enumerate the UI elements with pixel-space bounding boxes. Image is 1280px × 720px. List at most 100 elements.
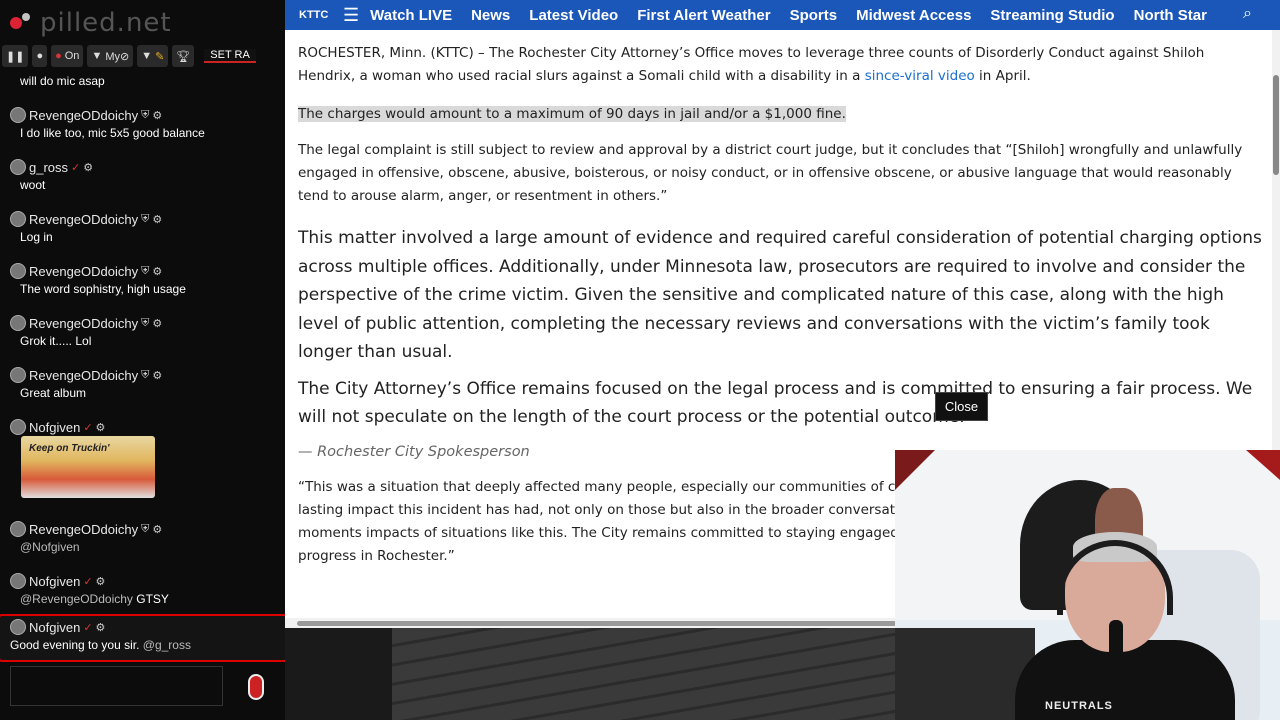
set-rate-button[interactable]: SET RA — [204, 49, 256, 63]
avatar[interactable] — [10, 521, 26, 537]
pill-send-icon[interactable] — [248, 674, 264, 700]
message-text: The word sophistry, high usage — [20, 282, 186, 296]
gear-icon[interactable]: ⚙ — [152, 317, 162, 330]
chat-messages: will do mic asap RevengeODdoichy ⛨ ⚙ I do … — [0, 72, 298, 662]
search-icon[interactable]: ⌕ — [1243, 5, 1252, 23]
chat-panel: pilled.net ❚❚ ● ● On ▼ My⊘ ▼ ✎ 🏆︎ SET RA wi… — [0, 0, 298, 720]
logo-pill-icon — [10, 17, 22, 29]
gear-icon[interactable]: ⚙ — [152, 265, 162, 278]
mention[interactable]: @g_ross — [143, 638, 191, 652]
dark-foreground — [895, 628, 1035, 720]
paragraph: ROCHESTER, Minn. (KTTC) – The Rochester … — [298, 42, 1263, 88]
avatar[interactable] — [10, 315, 26, 331]
nav-item-sports[interactable]: Sports — [790, 7, 838, 24]
paragraph-end: in April. — [974, 68, 1031, 84]
filter-pill-button[interactable]: ▼ ✎ — [137, 45, 169, 67]
username[interactable]: Nofgiven — [29, 620, 80, 635]
chat-message: RevengeODdoichy ⛨ ⚙ Log in — [10, 198, 280, 250]
nav-item-first-alert-weather[interactable]: First Alert Weather — [637, 7, 770, 24]
since-viral-video-link[interactable]: since-viral video — [865, 68, 975, 84]
hamburger-menu-icon[interactable]: ☰ — [343, 5, 359, 26]
check-icon: ✓ — [71, 161, 81, 174]
message-body: Good evening to you sir. — [10, 638, 140, 652]
nav-item-streaming-studio[interactable]: Streaming Studio — [990, 7, 1114, 24]
avatar[interactable] — [10, 107, 26, 123]
message-text: @RevengeODdoichy GTSY — [10, 590, 280, 610]
chat-message: RevengeODdoichy ⛨ ⚙ Great album — [10, 354, 280, 406]
chat-message: Nofgiven ✓ ⚙ @RevengeODdoichy GTSY — [10, 560, 280, 612]
message-body: GTSY — [136, 592, 169, 606]
toggle-on-button[interactable]: ● On — [51, 45, 84, 67]
pause-button[interactable]: ❚❚ — [2, 45, 29, 67]
message-text: woot — [20, 178, 46, 192]
chat-message: RevengeODdoichy ⛨ ⚙ @Nofgiven — [10, 508, 280, 560]
microphone-icon — [1109, 620, 1123, 690]
avatar[interactable] — [10, 367, 26, 383]
username[interactable]: RevengeODdoichy — [29, 316, 138, 331]
nav-item-watch-live[interactable]: Watch LIVE — [370, 7, 452, 24]
username[interactable]: RevengeODdoichy — [29, 108, 138, 123]
paragraph-text: ROCHESTER, Minn. (KTTC) – The Rochester … — [298, 45, 1205, 84]
filter-my-button[interactable]: ▼ My⊘ — [87, 45, 134, 67]
username[interactable]: RevengeODdoichy — [29, 264, 138, 279]
avatar[interactable] — [10, 573, 26, 589]
filter-my-label: My⊘ — [105, 50, 130, 63]
chat-input[interactable] — [10, 666, 223, 706]
gear-icon[interactable]: ⚙ — [96, 421, 106, 434]
username[interactable]: Nofgiven — [29, 574, 80, 589]
gear-icon[interactable]: ⚙ — [152, 523, 162, 536]
pill-icon: ✎ — [155, 50, 165, 63]
webcam-overlay: NEUTRALS — [895, 450, 1280, 720]
username[interactable]: RevengeODdoichy — [29, 368, 138, 383]
nav-item-latest-video[interactable]: Latest Video — [529, 7, 618, 24]
avatar[interactable] — [10, 419, 26, 435]
message-text: Grok it..... Lol — [20, 334, 92, 348]
trophy-button[interactable]: 🏆︎ — [172, 45, 195, 67]
avatar[interactable] — [10, 159, 26, 175]
nav-item-north-star[interactable]: North Star — [1134, 7, 1207, 24]
avatar[interactable] — [10, 619, 26, 635]
message-text: @Nofgiven — [10, 538, 280, 558]
username[interactable]: Nofgiven — [29, 420, 80, 435]
check-icon: ✓ — [83, 421, 93, 434]
message-text: will do mic asap — [20, 74, 105, 88]
scrollbar-thumb[interactable] — [1273, 75, 1279, 175]
username[interactable]: RevengeODdoichy — [29, 522, 138, 537]
gear-icon[interactable]: ⚙ — [96, 575, 106, 588]
gear-icon[interactable]: ⚙ — [152, 369, 162, 382]
site-logo[interactable]: pilled.net — [10, 6, 172, 40]
image-caption: Keep on Truckin' — [29, 443, 110, 454]
nav-item-news[interactable]: News — [471, 7, 510, 24]
close-button[interactable]: Close — [935, 392, 988, 421]
paragraph: The legal complaint is still subject to … — [298, 142, 1243, 204]
shield-icon: ⛨ — [141, 316, 150, 329]
message-text: Good evening to you sir. @g_ross — [4, 636, 292, 656]
trophy-icon: 🏆︎ — [176, 50, 191, 63]
check-icon: ✓ — [83, 575, 93, 588]
gear-icon[interactable]: ⚙ — [83, 161, 93, 174]
chat-message: Nofgiven ✓ ⚙ Good evening to you sir. @g_r… — [0, 612, 298, 662]
username[interactable]: RevengeODdoichy — [29, 212, 138, 227]
shield-icon: ⛨ — [141, 264, 150, 277]
shield-icon: ⛨ — [141, 368, 150, 381]
mention[interactable]: @Nofgiven — [20, 540, 80, 554]
highlighted-sentence: The charges would amount to a maximum of… — [298, 106, 846, 122]
chat-bubble-icon[interactable]: ● — [32, 45, 48, 67]
filter-icon: ▼ — [91, 50, 103, 62]
gear-icon[interactable]: ⚙ — [152, 109, 162, 122]
mention[interactable]: @RevengeODdoichy — [20, 592, 133, 606]
message-image[interactable]: Keep on Truckin' — [21, 436, 155, 498]
chat-message: RevengeODdoichy ⛨ ⚙ The word sophistry, hi… — [10, 250, 280, 302]
avatar[interactable] — [10, 263, 26, 279]
highlighted-message: Nofgiven ✓ ⚙ Good evening to you sir. @g_r… — [0, 614, 298, 662]
gear-icon[interactable]: ⚙ — [96, 621, 106, 634]
brand-logo[interactable]: KTTC — [299, 9, 343, 21]
shield-icon: ⛨ — [141, 108, 150, 121]
gear-icon[interactable]: ⚙ — [152, 213, 162, 226]
message-text: I do like too, mic 5x5 good balance — [20, 126, 205, 140]
avatar[interactable] — [10, 211, 26, 227]
nav-item-midwest-access[interactable]: Midwest Access — [856, 7, 971, 24]
chat-message: Nofgiven ✓ ⚙ Keep on Truckin' — [10, 406, 280, 508]
screen: pilled.net ❚❚ ● ● On ▼ My⊘ ▼ ✎ 🏆︎ SET RA wi… — [0, 0, 1280, 720]
username[interactable]: g_ross — [29, 160, 68, 175]
